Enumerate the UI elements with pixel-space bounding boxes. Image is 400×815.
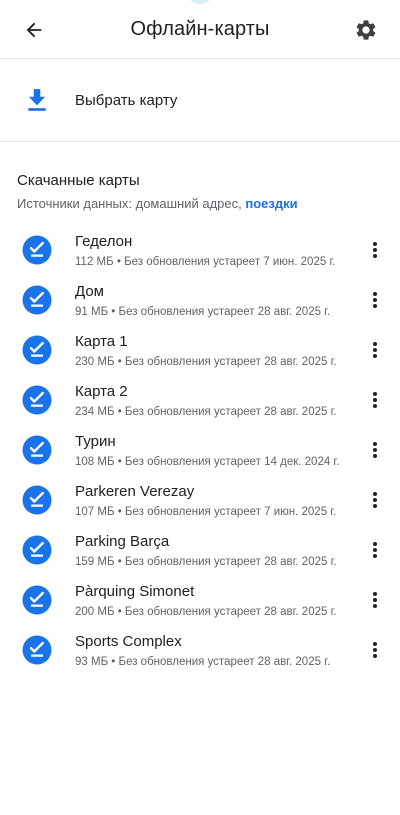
downloaded-check-icon <box>22 485 52 515</box>
more-vert-icon <box>373 642 377 658</box>
map-name: Sports Complex <box>75 633 182 650</box>
more-options-button[interactable] <box>364 487 386 513</box>
map-name: Турин <box>75 433 116 450</box>
settings-button[interactable] <box>348 12 384 48</box>
map-name: Геделон <box>75 233 133 250</box>
select-map-label: Выбрать карту <box>75 92 178 109</box>
more-vert-icon <box>373 542 377 558</box>
more-vert-icon <box>373 392 377 408</box>
list-item[interactable]: Турин 108 МБ • Без обновления устареет 14… <box>0 425 400 475</box>
map-meta: 234 МБ • Без обновления устареет 28 авг.… <box>75 406 337 418</box>
downloaded-maps-heading: Скачанные карты <box>17 172 140 189</box>
page-title: Офлайн-карты <box>130 18 270 40</box>
map-name: Карта 2 <box>75 383 128 400</box>
downloaded-check-icon <box>22 285 52 315</box>
map-meta: 93 МБ • Без обновления устареет 28 авг. … <box>75 656 331 668</box>
more-options-button[interactable] <box>364 587 386 613</box>
map-name: Карта 1 <box>75 333 128 350</box>
downloaded-check-icon <box>22 535 52 565</box>
download-icon <box>28 89 46 111</box>
list-item[interactable]: Parking Barça 159 МБ • Без обновления уст… <box>0 525 400 575</box>
more-vert-icon <box>373 492 377 508</box>
more-options-button[interactable] <box>364 537 386 563</box>
app-bar: Офлайн-карты <box>0 0 400 59</box>
data-sources-prefix: Источники данных: домашний адрес, <box>17 196 246 211</box>
downloaded-check-icon <box>22 385 52 415</box>
list-item[interactable]: Parkeren Verezay 107 МБ • Без обновления … <box>0 475 400 525</box>
map-meta: 108 МБ • Без обновления устареет 14 дек.… <box>75 456 340 468</box>
downloaded-check-icon <box>22 585 52 615</box>
downloaded-check-icon <box>22 335 52 365</box>
more-options-button[interactable] <box>364 387 386 413</box>
more-options-button[interactable] <box>364 287 386 313</box>
select-map-button[interactable]: Выбрать карту <box>0 59 400 142</box>
data-sources-text: Источники данных: домашний адрес, поездк… <box>17 196 298 211</box>
list-item[interactable]: Геделон 112 МБ • Без обновления устареет … <box>0 225 400 275</box>
map-meta: 91 МБ • Без обновления устареет 28 авг. … <box>75 306 331 318</box>
downloaded-check-icon <box>22 435 52 465</box>
list-item[interactable]: Карта 2 234 МБ • Без обновления устареет … <box>0 375 400 425</box>
more-vert-icon <box>373 242 377 258</box>
trips-link[interactable]: поездки <box>245 196 297 211</box>
list-item[interactable]: Sports Complex 93 МБ • Без обновления уст… <box>0 625 400 675</box>
more-options-button[interactable] <box>364 337 386 363</box>
list-item[interactable]: Дом 91 МБ • Без обновления устареет 28 ав… <box>0 275 400 325</box>
more-options-button[interactable] <box>364 437 386 463</box>
map-meta: 230 МБ • Без обновления устареет 28 авг.… <box>75 356 337 368</box>
more-vert-icon <box>373 592 377 608</box>
downloaded-check-icon <box>22 235 52 265</box>
more-vert-icon <box>373 342 377 358</box>
map-meta: 159 МБ • Без обновления устареет 28 авг.… <box>75 556 337 568</box>
map-name: Pàrquing Simonet <box>75 583 195 600</box>
more-options-button[interactable] <box>364 637 386 663</box>
map-name: Дом <box>75 283 104 300</box>
map-name: Parking Barça <box>75 533 170 550</box>
more-vert-icon <box>373 442 377 458</box>
map-meta: 200 МБ • Без обновления устареет 28 авг.… <box>75 606 337 618</box>
more-vert-icon <box>373 292 377 308</box>
downloaded-check-icon <box>22 635 52 665</box>
map-meta: 107 МБ • Без обновления устареет 7 июн. … <box>75 506 337 518</box>
map-meta: 112 МБ • Без обновления устареет 7 июн. … <box>75 256 336 268</box>
downloaded-maps-list: Геделон 112 МБ • Без обновления устареет … <box>0 225 400 675</box>
map-name: Parkeren Verezay <box>75 483 195 500</box>
more-options-button[interactable] <box>364 237 386 263</box>
list-item[interactable]: Pàrquing Simonet 200 МБ • Без обновления … <box>0 575 400 625</box>
gear-icon <box>356 20 376 40</box>
list-item[interactable]: Карта 1 230 МБ • Без обновления устареет … <box>0 325 400 375</box>
